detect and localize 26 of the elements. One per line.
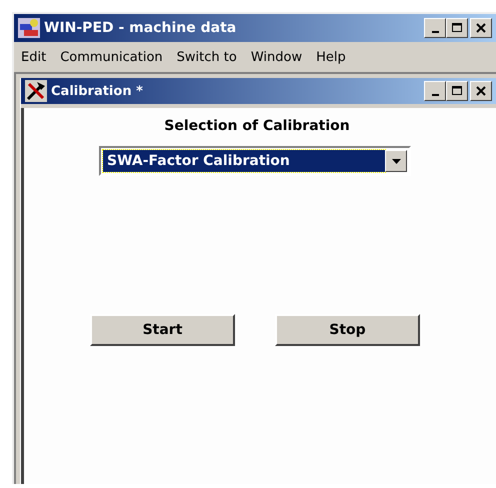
minimize-icon xyxy=(432,94,438,96)
minimize-button[interactable] xyxy=(424,81,446,101)
window-title: WIN-PED - machine data xyxy=(44,20,238,36)
tools-icon xyxy=(25,80,47,102)
maximize-icon xyxy=(450,21,464,35)
menu-item[interactable]: Help xyxy=(309,50,353,64)
minimize-icon xyxy=(432,31,438,33)
close-icon xyxy=(474,21,488,35)
close-icon xyxy=(474,84,488,98)
maximize-button[interactable] xyxy=(446,81,468,101)
app-icon xyxy=(18,18,40,38)
menu-item[interactable]: Switch to xyxy=(170,50,244,64)
minimize-button[interactable] xyxy=(424,18,446,38)
close-button[interactable] xyxy=(470,81,492,101)
menu-item[interactable]: Edit xyxy=(14,50,54,64)
maximize-button[interactable] xyxy=(446,18,468,38)
section-heading: Selection of Calibration xyxy=(163,118,351,134)
menu-item[interactable]: Window xyxy=(244,50,310,64)
action-button[interactable]: Start xyxy=(90,314,235,346)
dropdown-arrow-icon xyxy=(392,158,400,164)
calibration-dropdown[interactable]: SWA-Factor Calibration xyxy=(99,146,411,176)
menu-item[interactable]: Communication xyxy=(53,50,170,64)
maximize-icon xyxy=(450,84,464,98)
action-button[interactable]: Stop xyxy=(275,314,420,346)
close-button[interactable] xyxy=(470,18,492,38)
window-title: Calibration * xyxy=(51,84,144,98)
